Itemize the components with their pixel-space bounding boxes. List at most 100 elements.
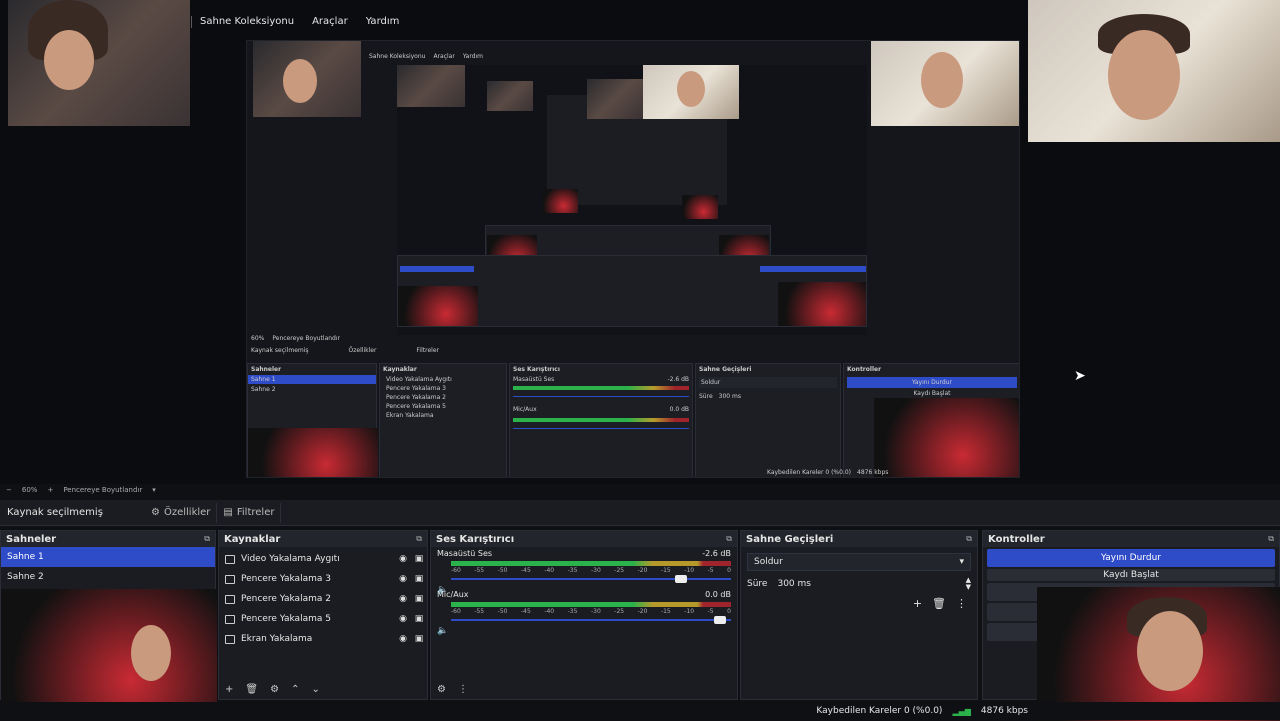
gear-icon: ⚙	[151, 507, 160, 518]
camera-icon	[225, 554, 235, 564]
zoom-level: 60%	[21, 486, 38, 494]
nested-obs-preview: Sahne Koleksiyonu Araçlar Yardım 60% Pen…	[246, 40, 1020, 478]
audio-level-meter	[451, 561, 731, 566]
pop-out-icon[interactable]: ⧉	[416, 534, 422, 544]
add-source-button[interactable]: +	[225, 684, 233, 695]
source-settings-gear-icon[interactable]: ⚙	[270, 684, 279, 695]
start-record-button[interactable]: Kaydı Başlat	[987, 569, 1275, 581]
window-icon	[225, 614, 235, 624]
menu-help[interactable]: Yardım	[362, 14, 404, 34]
sources-title: Kaynaklar	[224, 533, 281, 545]
duration-stepper[interactable]: ▲ ▼	[966, 577, 971, 591]
move-up-button[interactable]: ⌃	[291, 684, 299, 695]
mouse-cursor-icon: ➤	[1074, 368, 1086, 384]
pop-out-icon[interactable]: ⧉	[204, 534, 210, 544]
transition-buttons: + 🗑 ⋮	[741, 591, 977, 616]
scenes-title: Sahneler	[6, 533, 57, 545]
transition-select[interactable]: Soldur ▾	[747, 553, 971, 571]
pop-out-icon[interactable]: ⧉	[726, 534, 732, 544]
audio-level-meter	[451, 602, 731, 607]
stop-stream-button[interactable]: Yayını Durdur	[987, 549, 1275, 567]
menu-bar: Sahne Koleksiyonu Araçlar Yardım	[196, 14, 403, 34]
eye-icon[interactable]: ◉	[395, 634, 411, 644]
menu-scene-collection[interactable]: Sahne Koleksiyonu	[196, 14, 298, 34]
webcam-overlay-topleft	[8, 0, 190, 126]
scene-item-2[interactable]: Sahne 2	[1, 567, 215, 587]
volume-slider[interactable]	[451, 616, 731, 624]
nested-menu: Sahne Koleksiyonu Araçlar Yardım	[369, 53, 484, 60]
channel-name: Masaüstü Ses	[437, 549, 493, 558]
source-item[interactable]: Pencere Yakalama 3 ◉ ▣	[219, 569, 427, 589]
zoom-in-button[interactable]: +	[47, 486, 53, 494]
volume-slider[interactable]	[451, 575, 731, 583]
eye-icon[interactable]: ◉	[395, 574, 411, 584]
transition-menu-dots-icon[interactable]: ⋮	[956, 597, 967, 610]
nested-transitions-dock: Sahne Geçişleri Soldur Süre 300 ms	[695, 363, 841, 477]
webcam-overlay-topright	[1028, 0, 1280, 142]
no-source-label: Kaynak seçilmemiş	[7, 507, 103, 518]
lock-icon[interactable]: ▣	[411, 614, 427, 624]
nested-webcam-glasses	[871, 41, 1019, 126]
remove-source-button[interactable]: 🗑	[245, 684, 258, 695]
duration-label: Süre	[747, 579, 768, 589]
duration-input[interactable]: 300 ms	[777, 579, 955, 589]
menu-tools[interactable]: Araçlar	[308, 14, 352, 34]
nested-mixer-dock: Ses Karıştırıcı Masaüstü Ses -2.6 dB Mic/…	[509, 363, 693, 477]
eye-icon[interactable]: ◉	[395, 594, 411, 604]
controls-title: Kontroller	[988, 533, 1045, 545]
mixer-channel-desktop: Masaüstü Ses -2.6 dB -60 -55 -50 -45 -40 -35-…	[431, 547, 737, 595]
zoom-out-button[interactable]: −	[6, 486, 12, 494]
filters-button[interactable]: ▤ Filtreler	[217, 502, 282, 523]
remove-transition-button[interactable]: 🗑	[932, 597, 946, 610]
controls-dock: Kontroller ⧉ Yayını Durdur Kaydı Başlat	[982, 530, 1280, 721]
lock-icon[interactable]: ▣	[411, 554, 427, 564]
nested-zoom: 60% Pencereye Boyutlandır	[251, 335, 340, 342]
lock-icon[interactable]: ▣	[411, 594, 427, 604]
properties-button[interactable]: ⚙ Özellikler	[145, 502, 218, 523]
pop-out-icon[interactable]: ⧉	[1268, 534, 1274, 544]
source-toolbar: Kaynak seçilmemiş ⚙ Özellikler ▤ Filtrel…	[0, 500, 1280, 526]
scenes-dock: Sahneler ⧉ Sahne 1 Sahne 2	[0, 530, 217, 719]
scene-item-1[interactable]: Sahne 1	[1, 547, 215, 567]
mixer-channel-mic: Mic/Aux 0.0 dB -60 -55 -50 -45 -40 -35 -30 -25-…	[431, 588, 737, 636]
status-bar: Kaybedilen Kareler 0 (%0.0) ▂▄▆ 4876 kbp…	[0, 702, 1280, 720]
meter-scale: -60 -55 -50 -45 -40 -35 -30 -25 -20 -15 -10 -5 0	[451, 608, 731, 615]
add-transition-button[interactable]: +	[913, 597, 922, 610]
webcam-overlay-bottomleft	[1, 589, 217, 719]
menu-separator	[191, 16, 192, 28]
bitrate: 4876 kbps	[980, 706, 1028, 716]
zoom-strip: − 60% + Pencereye Boyutlandır ▾	[0, 484, 1280, 496]
mixer-title: Ses Karıştırıcı	[436, 533, 515, 545]
mixer-menu-dots-icon[interactable]: ⋮	[458, 684, 468, 695]
nested-status: Kaybedilen Kareler 0 (%0.0) 4876 kbps	[767, 469, 889, 476]
chevron-down-icon: ▾	[959, 557, 964, 567]
audio-mixer-dock: Ses Karıştırıcı ⧉ Masaüstü Ses -2.6 dB -…	[430, 530, 738, 700]
source-item[interactable]: Pencere Yakalama 2 ◉ ▣	[219, 589, 427, 609]
nested-docks	[397, 255, 867, 327]
lock-icon[interactable]: ▣	[411, 634, 427, 644]
channel-db: -2.6 dB	[702, 549, 731, 558]
nested-webcam-glasses-small	[643, 65, 739, 119]
source-item[interactable]: Ekran Yakalama ◉ ▣	[219, 629, 427, 649]
signal-bars-icon: ▂▄▆	[952, 706, 971, 716]
transitions-title: Sahne Geçişleri	[746, 533, 834, 545]
pop-out-icon[interactable]: ⧉	[966, 534, 972, 544]
preview-canvas[interactable]: Sahne Koleksiyonu Araçlar Yardım Sahne K…	[0, 0, 1280, 484]
source-item[interactable]: Video Yakalama Aygıtı ◉ ▣	[219, 549, 427, 569]
mixer-settings-gear-icon[interactable]: ⚙	[437, 684, 446, 695]
meter-scale: -60 -55 -50 -45 -40 -35 -30 -25 -20 -15 -10 -5 0	[451, 567, 731, 574]
channel-db: 0.0 dB	[705, 590, 731, 599]
eye-icon[interactable]: ◉	[395, 554, 411, 564]
source-item[interactable]: Pencere Yakalama 5 ◉ ▣	[219, 609, 427, 629]
move-down-button[interactable]: ⌄	[311, 684, 319, 695]
speaker-icon[interactable]: 🔈	[437, 626, 448, 636]
scene-transitions-dock: Sahne Geçişleri ⧉ Soldur ▾ Süre 300 ms ▲…	[740, 530, 978, 700]
nested-toolbar: Kaynak seçilmemiş Özellikler Filtreler	[251, 347, 439, 354]
fit-window-label: Pencereye Boyutlandır	[63, 486, 143, 494]
window-icon	[225, 594, 235, 604]
dropped-frames: Kaybedilen Kareler 0 (%0.0)	[816, 706, 943, 716]
lock-icon[interactable]: ▣	[411, 574, 427, 584]
nested-controls-dock: Kontroller Yayını Durdur Kaydı Başlat	[843, 363, 1019, 477]
eye-icon[interactable]: ◉	[395, 614, 411, 624]
fit-dropdown-chevron-icon[interactable]: ▾	[152, 486, 156, 494]
